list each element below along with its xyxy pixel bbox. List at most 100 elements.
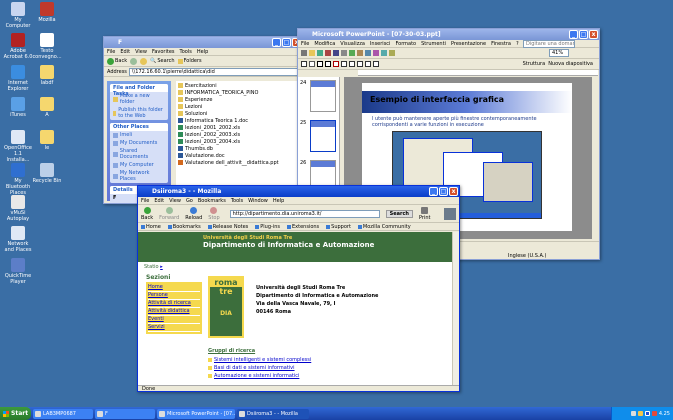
close-button[interactable]: x — [589, 30, 598, 39]
toolbar-icon[interactable] — [389, 50, 395, 56]
task-link[interactable]: My Documents — [110, 139, 168, 147]
toolbar-icon[interactable] — [309, 50, 315, 56]
format-icon[interactable] — [325, 61, 331, 67]
menu-item[interactable]: Formato — [395, 40, 416, 47]
personal-bookmark[interactable]: Release Notes — [207, 224, 248, 230]
site-menu-link[interactable]: Home — [148, 284, 200, 292]
menu-item[interactable]: Go — [186, 197, 193, 204]
menu-item[interactable]: Finestra — [491, 40, 511, 47]
start-button[interactable]: Start — [0, 407, 31, 420]
toolbar-icon[interactable] — [349, 50, 355, 56]
file-item[interactable]: lezioni_2003_2004.xls — [178, 138, 296, 145]
site-menu-link[interactable]: Attività didattica — [148, 308, 200, 316]
explorer-window[interactable]: F _□x File Edit View Favorites Tools Help Bac… — [103, 36, 303, 204]
research-link[interactable]: Sistemi intelligenti e sistemi complessi — [208, 356, 311, 364]
desktop-icon[interactable]: le — [32, 130, 62, 151]
minimize-button[interactable]: _ — [272, 38, 281, 47]
site-menu-link[interactable]: Eventi — [148, 316, 200, 324]
file-item[interactable]: lezioni_2001_2002.xls — [178, 124, 296, 131]
toolbar-icon[interactable] — [341, 50, 347, 56]
forward-icon[interactable] — [130, 57, 138, 65]
file-item[interactable]: Lezioni — [178, 103, 296, 110]
desktop-icon[interactable]: labdf — [32, 65, 62, 86]
menu-item[interactable]: Edit — [154, 197, 164, 204]
format-icon[interactable] — [301, 61, 307, 67]
menu-item[interactable]: Visualizza — [340, 40, 365, 47]
menu-item[interactable]: Tools — [231, 197, 243, 204]
desktop-icon[interactable]: My Computer — [3, 2, 33, 29]
menu-item[interactable]: Edit — [120, 48, 130, 55]
forward-button[interactable]: Forward — [159, 206, 179, 221]
personal-bookmark[interactable]: Home — [141, 224, 161, 230]
file-item[interactable]: Valutazione.doc — [178, 152, 296, 159]
taskbar-button[interactable]: F — [95, 408, 155, 419]
design-button[interactable]: Struttura — [523, 61, 546, 67]
menu-item[interactable]: Window — [248, 197, 268, 204]
lang-link[interactable]: ▸ — [160, 264, 163, 270]
url-field[interactable]: http://dipartimento.dia.uniroma3.it/ — [229, 209, 380, 218]
menu-item[interactable]: Tools — [180, 48, 192, 55]
task-link[interactable]: lmeli — [110, 131, 168, 139]
personal-bookmark[interactable]: Plug-ins — [255, 224, 280, 230]
desktop-icon[interactable]: Internet Explorer — [3, 65, 33, 92]
toolbar-icon[interactable] — [301, 50, 307, 56]
page-scrollbar[interactable] — [452, 232, 459, 385]
task-link[interactable]: My Computer — [110, 161, 168, 169]
minimize-button[interactable]: _ — [429, 187, 438, 196]
search-button[interactable]: 🔍 Search — [150, 58, 174, 64]
format-icon[interactable] — [349, 61, 355, 67]
toolbar-icon[interactable] — [333, 50, 339, 56]
minimize-button[interactable]: _ — [569, 30, 578, 39]
toolbar-icon[interactable] — [317, 50, 323, 56]
format-icon[interactable] — [317, 61, 323, 67]
maximize-button[interactable]: □ — [579, 30, 588, 39]
site-menu-link[interactable]: Persone — [148, 292, 200, 300]
format-icon[interactable] — [333, 61, 339, 67]
desktop-icon[interactable]: QuickTime Player — [3, 258, 33, 285]
personal-bookmark[interactable]: Extensions — [287, 224, 319, 230]
menu-item[interactable]: Modifica — [314, 40, 335, 47]
format-icon[interactable] — [373, 61, 379, 67]
desktop-icon[interactable]: My Bluetooth Places — [3, 163, 33, 196]
desktop-icon[interactable]: Mozilla — [32, 2, 62, 23]
taskbar-button[interactable]: LAB3MP0687 — [33, 408, 93, 419]
desktop-icon[interactable]: vMuSi Autoplay — [3, 195, 33, 222]
toolbar-icon[interactable] — [381, 50, 387, 56]
back-button[interactable]: Back — [107, 57, 127, 65]
menu-item[interactable]: File — [107, 48, 115, 55]
file-item[interactable]: Valutazione dell_attivit__didattica.ppt — [178, 159, 296, 166]
menu-item[interactable]: File — [141, 197, 149, 204]
file-item[interactable]: INFORMATICA_TEORICA_PINO — [178, 89, 296, 96]
menu-item[interactable]: Favorites — [152, 48, 175, 55]
desktop-icon[interactable]: Adobe Acrobat 6.0 — [3, 33, 33, 60]
up-folder-icon[interactable] — [140, 57, 148, 65]
maximize-button[interactable]: □ — [439, 187, 448, 196]
slide-thumbnail[interactable]: 24 — [298, 77, 339, 117]
site-menu-link[interactable]: Attività di ricerca — [148, 300, 200, 308]
taskbar-button[interactable]: Dsiiroma3 - - Mozilla — [237, 408, 309, 419]
close-button[interactable]: x — [449, 187, 458, 196]
personal-bookmark[interactable]: Bookmarks — [167, 224, 201, 230]
format-icon[interactable] — [341, 61, 347, 67]
research-link[interactable]: Basi di dati e sistemi informativi — [208, 364, 311, 372]
task-link[interactable]: My Network Places — [110, 169, 168, 183]
mozilla-window[interactable]: Dsiiroma3 - - Mozilla _ □ x File Edit View Go… — [137, 185, 460, 392]
menu-item[interactable]: Help — [273, 197, 284, 204]
menu-item[interactable]: Inserisci — [370, 40, 391, 47]
format-icon[interactable] — [357, 61, 363, 67]
file-item[interactable]: Thumbs.db — [178, 145, 296, 152]
menu-item[interactable]: Presentazione — [451, 40, 486, 47]
site-menu-link[interactable]: Servizi — [148, 324, 200, 332]
slide-thumbnail[interactable]: 25 — [298, 117, 339, 157]
toolbar-icon[interactable] — [357, 50, 363, 56]
menu-item[interactable]: ? — [516, 40, 519, 47]
zoom-box[interactable]: 41% — [549, 49, 569, 57]
toolbar-icon[interactable] — [325, 50, 331, 56]
powerpoint-title-bar[interactable]: Microsoft PowerPoint - [07-30-03.ppt] _ □… — [298, 29, 599, 40]
task-link[interactable]: Publish this folder to the Web — [110, 106, 168, 120]
menu-item[interactable]: View — [135, 48, 147, 55]
research-link[interactable]: Automazione e sistemi informatici — [208, 372, 311, 380]
desktop-icon[interactable]: Network and Places — [3, 226, 33, 253]
menu-item[interactable]: Bookmarks — [198, 197, 226, 204]
menu-item[interactable]: View — [169, 197, 181, 204]
